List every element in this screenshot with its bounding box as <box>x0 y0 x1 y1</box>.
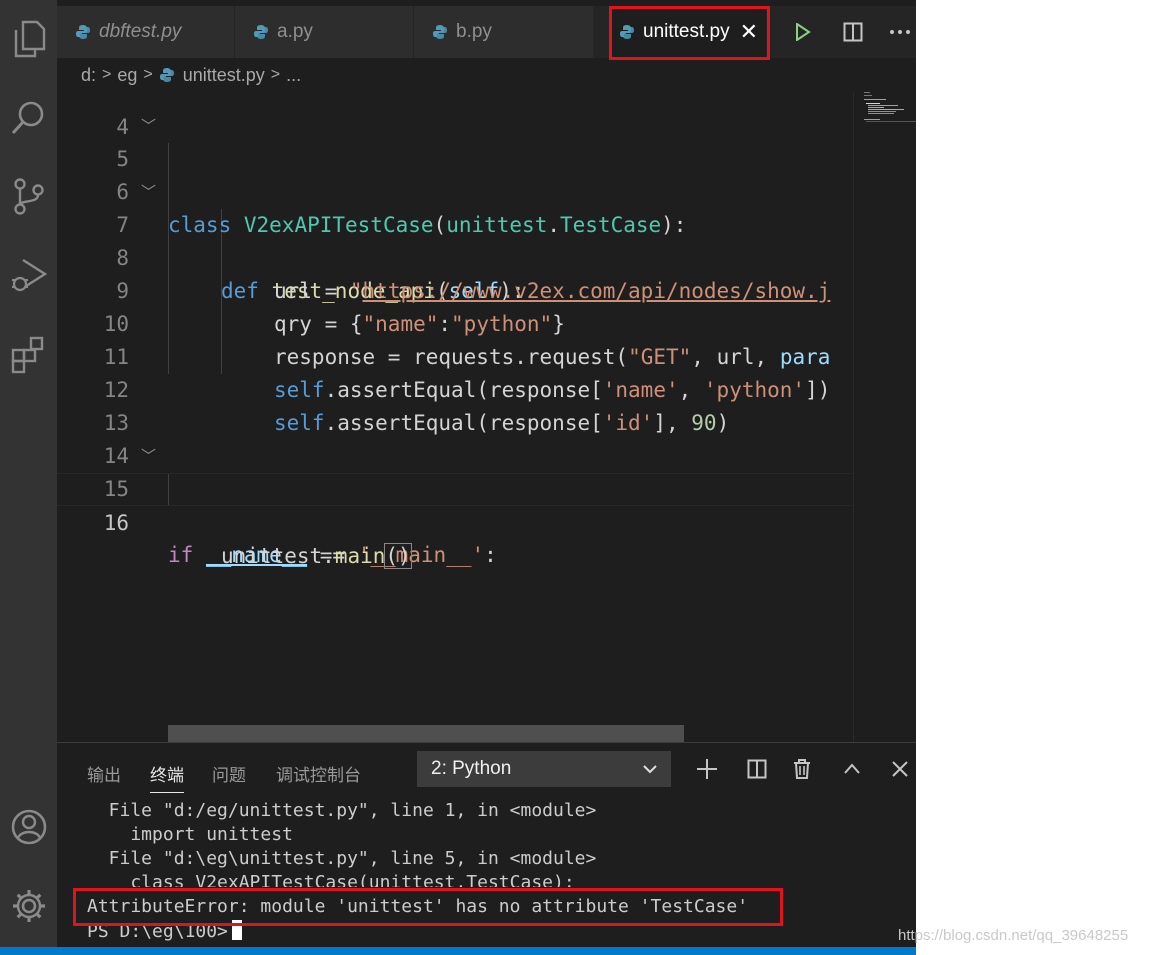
code-line: 12 self.assertEqual(response['id'], 90) <box>57 341 853 435</box>
terminal-select[interactable]: 2: Python <box>417 751 671 787</box>
chevron-right-icon: > <box>102 66 112 83</box>
fold-chevron-icon[interactable]: ﹀ <box>141 110 156 143</box>
code-line: 4 <box>57 92 853 139</box>
breadcrumb: d: > eg > unittest.py > ... <box>57 58 916 92</box>
code-line: 6 <box>57 143 853 204</box>
highlight-box-error-line <box>73 888 783 926</box>
split-editor-icon[interactable] <box>835 6 871 58</box>
editor-tab-bar: dbftest.py a.py b.py unittest.py ✕ <box>57 6 916 58</box>
code-line: 10 response = requests.request("GET", ur… <box>57 275 853 369</box>
breadcrumb-more[interactable]: ... <box>286 65 301 86</box>
code-line: 11 self.assertEqual(response['name', 'py… <box>57 308 853 402</box>
python-file-icon <box>76 25 90 39</box>
code-line: 13 <box>57 374 853 435</box>
minimap[interactable] <box>853 92 916 742</box>
close-icon[interactable] <box>882 751 916 787</box>
code-line: 9 qry = {"name":"python"} <box>57 242 853 336</box>
more-actions-icon[interactable] <box>882 6 916 58</box>
horizontal-scrollbar[interactable] <box>168 725 684 742</box>
breadcrumb-folder[interactable]: eg <box>117 65 137 86</box>
chevron-right-icon: > <box>143 66 153 83</box>
add-terminal-icon[interactable] <box>689 751 725 787</box>
tab-output[interactable]: 输出 <box>87 761 121 786</box>
tab-dbftest[interactable]: dbftest.py <box>57 6 235 58</box>
source-control-icon[interactable] <box>0 172 57 220</box>
code-text: unittest.main() <box>221 543 412 569</box>
tab-debug-console[interactable]: 调试控制台 <box>276 761 361 786</box>
code-line: 7 ﹀ def test_node_api(self): <box>57 176 853 303</box>
python-file-icon <box>433 25 447 39</box>
trash-icon[interactable] <box>784 751 820 787</box>
highlight-box-active-tab <box>609 6 770 60</box>
code-line: 15 ﹀ if __name__ == '__main__': <box>57 440 853 567</box>
breadcrumb-drive[interactable]: d: <box>81 65 96 86</box>
terminal-line: File "d:/eg/unittest.py", line 1, in <mo… <box>87 800 597 821</box>
watermark: https://blog.csdn.net/qq_39648255 <box>898 927 1129 944</box>
chevron-right-icon: > <box>270 66 281 83</box>
settings-gear-icon[interactable] <box>0 882 57 930</box>
tab-label: b.py <box>456 21 492 42</box>
python-file-icon <box>159 68 174 82</box>
status-bar <box>0 947 916 955</box>
terminal-line: File "d:\eg\unittest.py", line 5, in <mo… <box>87 848 597 869</box>
line-number: 16 <box>103 511 129 535</box>
code-editor[interactable]: 4 5 ﹀ class V2exAPITestCase(unittest.Tes… <box>57 92 853 742</box>
terminal-select-value: 2: Python <box>431 758 512 779</box>
code-line: 5 ﹀ class V2exAPITestCase(unittest.TestC… <box>57 110 853 237</box>
tab-label: a.py <box>277 21 313 42</box>
tab-b[interactable]: b.py <box>414 6 594 58</box>
code-line-current: 16 unittest.main() <box>57 473 853 569</box>
search-icon[interactable] <box>0 94 57 142</box>
tab-label: dbftest.py <box>99 21 182 42</box>
extensions-icon[interactable] <box>0 330 57 378</box>
tab-problems[interactable]: 问题 <box>212 761 246 786</box>
account-icon[interactable] <box>0 803 57 851</box>
tab-a[interactable]: a.py <box>235 6 414 58</box>
run-debug-icon[interactable] <box>0 250 57 298</box>
fold-chevron-icon[interactable]: ﹀ <box>141 176 156 209</box>
terminal-line: import unittest <box>87 824 293 845</box>
chevron-down-icon <box>643 765 657 774</box>
breadcrumb-file[interactable]: unittest.py <box>183 65 265 86</box>
explorer-icon[interactable] <box>0 15 57 63</box>
terminal-line: class V2exAPITestCase(unittest.TestCase)… <box>87 872 575 887</box>
vscode-window: dbftest.py a.py b.py unittest.py ✕ d: > … <box>0 0 916 955</box>
fold-chevron-icon[interactable]: ﹀ <box>141 440 156 473</box>
code-line: 14 <box>57 407 853 468</box>
activity-bar <box>0 0 57 955</box>
split-terminal-icon[interactable] <box>739 751 775 787</box>
chevron-up-icon[interactable] <box>834 751 870 787</box>
tab-terminal[interactable]: 终端 <box>150 761 184 793</box>
python-file-icon <box>254 25 268 39</box>
run-icon[interactable] <box>785 6 821 58</box>
code-line: 8 url = "https://www.v2ex.com/api/nodes/… <box>57 209 853 303</box>
